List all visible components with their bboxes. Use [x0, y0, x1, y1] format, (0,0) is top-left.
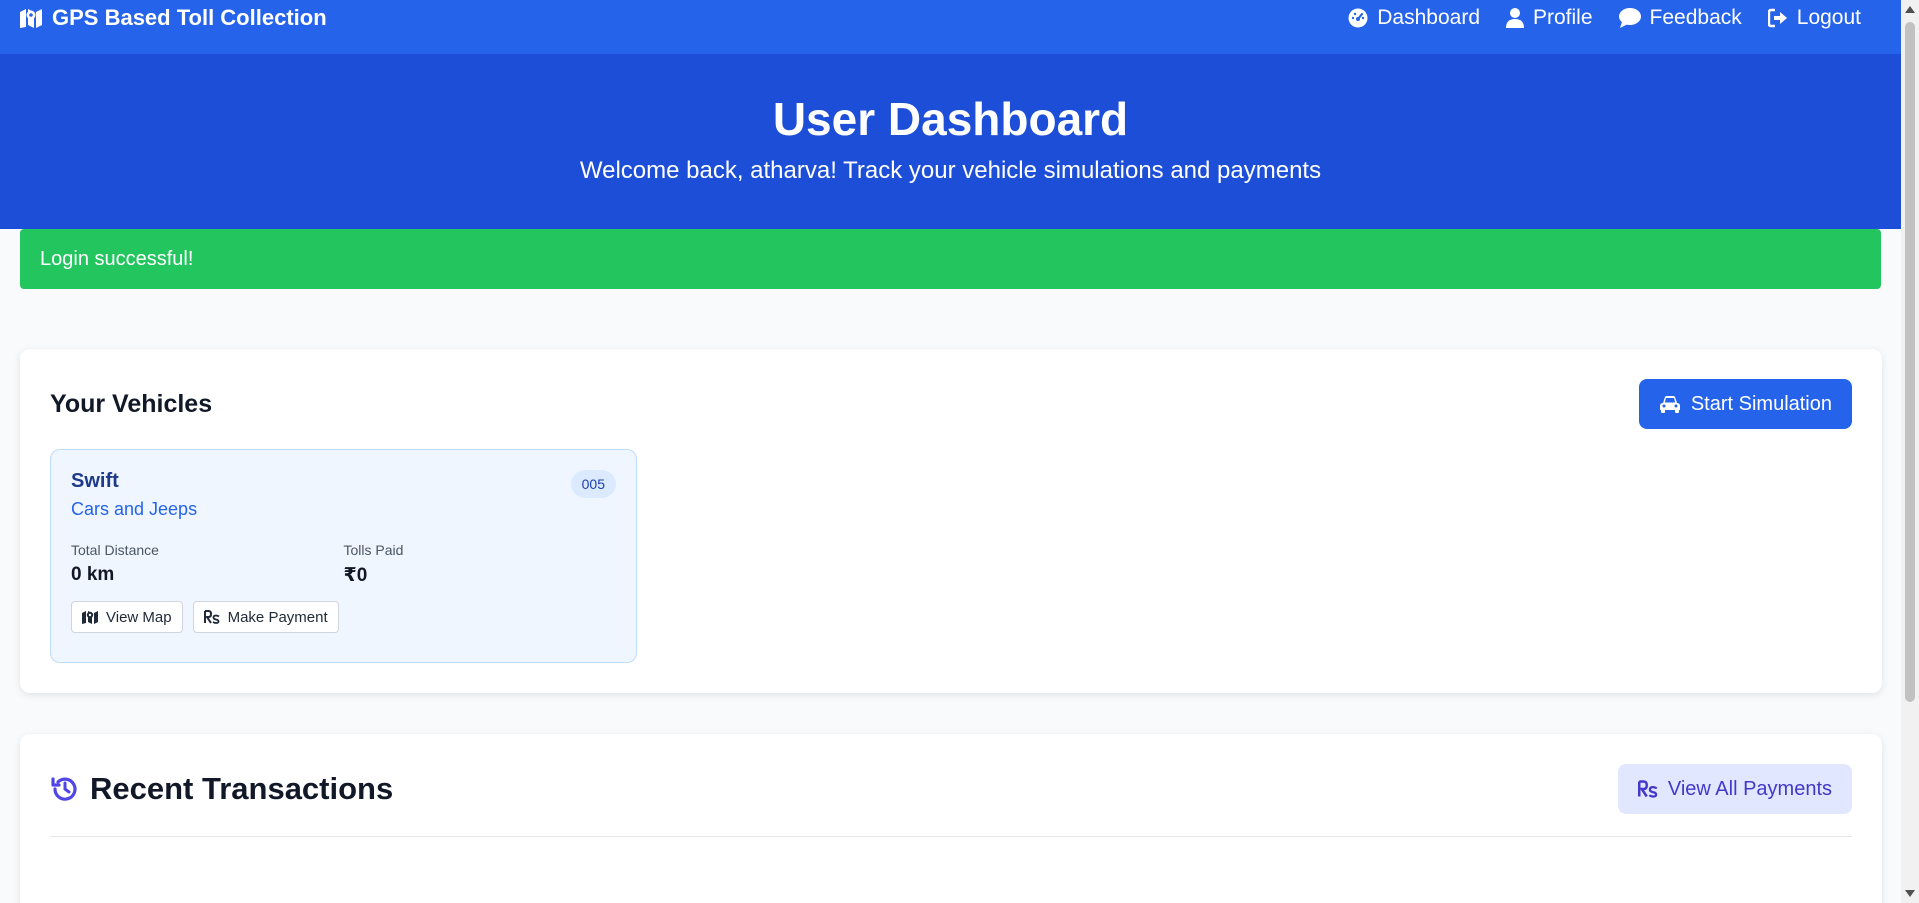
nav-feedback[interactable]: Feedback: [1618, 6, 1742, 30]
total-distance-value: 0 km: [71, 564, 115, 585]
total-distance-stat: Total Distance 0 km: [71, 542, 344, 587]
transactions-card: Recent Transactions View All Payments: [20, 734, 1882, 903]
scroll-thumb[interactable]: [1905, 22, 1915, 702]
page-title: User Dashboard: [772, 93, 1129, 145]
view-map-button[interactable]: View Map: [71, 601, 183, 633]
tolls-paid-stat: Tolls Paid ₹0: [344, 542, 617, 587]
nav-dashboard[interactable]: Dashboard: [1348, 6, 1480, 30]
alert-message: Login successful!: [40, 247, 194, 270]
vehicle-actions: View Map Make Payment: [71, 601, 616, 633]
welcome-message: Welcome back, atharva! Track your vehicl…: [579, 156, 1322, 184]
brand[interactable]: GPS Based Toll Collection: [20, 5, 327, 31]
divider: [50, 836, 1852, 837]
rupee-sign-icon: [203, 610, 220, 624]
nav-logout-label: Logout: [1796, 6, 1861, 29]
vehicle-type: Cars and Jeeps: [71, 499, 198, 519]
view-map-label: View Map: [106, 608, 172, 626]
view-all-payments-label: View All Payments: [1667, 777, 1832, 800]
car-icon: [1659, 395, 1681, 413]
map-icon: [20, 8, 42, 28]
nav-profile[interactable]: Profile: [1506, 6, 1593, 30]
nav-feedback-label: Feedback: [1649, 6, 1742, 29]
brand-title: GPS Based Toll Collection: [52, 5, 327, 30]
top-navbar: GPS Based Toll Collection Dashboard Prof…: [0, 0, 1901, 54]
nav-dashboard-label: Dashboard: [1377, 6, 1480, 29]
total-distance-label: Total Distance: [71, 542, 159, 558]
nav-profile-label: Profile: [1533, 6, 1593, 29]
success-alert: Login successful!: [20, 229, 1881, 289]
tolls-paid-label: Tolls Paid: [343, 542, 404, 558]
rupee-sign-icon: [1637, 780, 1658, 798]
page: GPS Based Toll Collection Dashboard Prof…: [0, 0, 1901, 903]
gauge-icon: [1348, 8, 1368, 28]
vertical-scrollbar[interactable]: [1901, 0, 1919, 903]
make-payment-button[interactable]: Make Payment: [192, 601, 339, 633]
vehicles-title: Your Vehicles: [50, 389, 213, 418]
view-all-payments-button[interactable]: View All Payments: [1617, 764, 1852, 814]
vehicle-card: Swift Cars and Jeeps 005 Total Distance …: [50, 449, 637, 663]
nav-logout[interactable]: Logout: [1767, 6, 1861, 30]
tolls-paid-value: ₹0: [343, 565, 368, 586]
transactions-title-text: Recent Transactions: [90, 771, 394, 806]
history-icon: [50, 774, 80, 804]
comment-icon: [1618, 8, 1641, 28]
map-location-icon: [82, 610, 98, 624]
vehicle-stats: Total Distance 0 km Tolls Paid ₹0: [71, 542, 616, 587]
scroll-up-arrow-icon[interactable]: [1905, 6, 1915, 13]
hero-banner: User Dashboard Welcome back, atharva! Tr…: [0, 54, 1901, 229]
transactions-card-header: Recent Transactions View All Payments: [50, 764, 1852, 814]
vehicle-name: Swift: [71, 470, 119, 492]
logout-icon: [1767, 8, 1788, 28]
make-payment-label: Make Payment: [227, 608, 328, 626]
vehicles-card-header: Your Vehicles Start Simulation: [50, 379, 1852, 429]
vehicles-card: Your Vehicles Start Simulation Swift Car…: [20, 349, 1882, 693]
start-simulation-label: Start Simulation: [1690, 392, 1832, 415]
user-icon: [1506, 8, 1524, 28]
vehicle-id-badge: 005: [570, 470, 616, 498]
nav-links: Dashboard Profile Feedback Logout: [1348, 6, 1881, 30]
start-simulation-button[interactable]: Start Simulation: [1638, 379, 1852, 429]
transactions-title: Recent Transactions: [50, 771, 393, 807]
scroll-down-arrow-icon[interactable]: [1905, 890, 1915, 897]
